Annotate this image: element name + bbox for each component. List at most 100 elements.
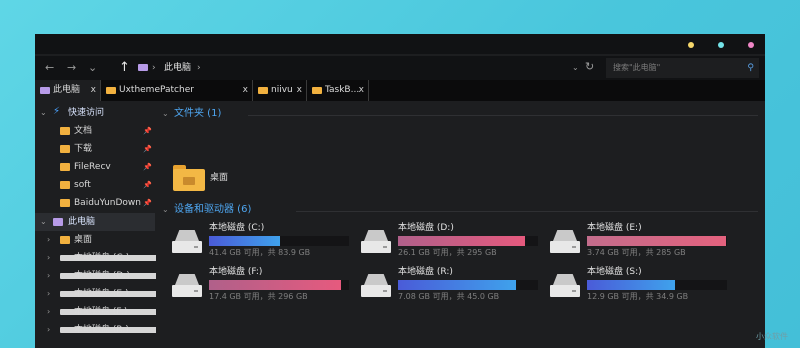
tab-close-icon[interactable]: x — [297, 83, 302, 97]
pin-icon: 📌 — [143, 163, 152, 171]
search-placeholder: 搜索"此电脑" — [613, 63, 661, 72]
section-divider — [248, 115, 758, 116]
drive-usage-bar — [209, 280, 349, 290]
drive-usage-fill — [587, 236, 726, 246]
tab-close-icon[interactable]: x — [91, 83, 96, 97]
hard-drive-icon — [361, 274, 391, 298]
chevron-right-icon[interactable]: › — [47, 305, 50, 319]
chevron-right-icon[interactable]: › — [47, 287, 50, 301]
sidebar-item-drive-f[interactable]: › 本地磁盘 (F:) — [35, 303, 240, 321]
tab-uxthemepatcher[interactable]: UxthemePatcher x — [101, 80, 253, 101]
search-icon[interactable]: ⚲ — [747, 61, 754, 75]
pin-icon: 📌 — [143, 145, 152, 153]
tab-bar: 此电脑 x UxthemePatcher x niivu x TaskB... … — [35, 80, 765, 101]
drive-free-space: 3.74 GB 可用，共 285 GB — [587, 248, 686, 257]
pc-icon — [138, 64, 148, 71]
sidebar-item-label: 本地磁盘 (F:) — [74, 307, 128, 317]
refresh-button[interactable]: ↻ — [585, 59, 594, 75]
tab-close-icon[interactable]: x — [243, 83, 248, 97]
sidebar-item-label: 本地磁盘 (D:) — [74, 271, 130, 281]
close-button[interactable] — [748, 42, 754, 48]
drive-tile-d[interactable]: 本地磁盘 (D:) 26.1 GB 可用，共 295 GB — [361, 222, 541, 258]
sidebar-item-label: 本地磁盘 (R:) — [74, 325, 129, 335]
drive-usage-fill — [587, 280, 676, 290]
sidebar-item-baiduyundown[interactable]: BaiduYunDown 📌 — [35, 194, 155, 212]
sidebar-item-label: 本地磁盘 (C:) — [74, 253, 130, 263]
drive-tile-s[interactable]: 本地磁盘 (S:) 12.9 GB 可用，共 34.9 GB — [550, 266, 730, 302]
chevron-down-icon[interactable]: ⌄ — [40, 106, 47, 120]
quick-access-icon: ⚡ — [53, 106, 61, 117]
sidebar-item-desktop[interactable]: › 桌面 — [35, 231, 155, 249]
drive-tile-f[interactable]: 本地磁盘 (F:) 17.4 GB 可用，共 296 GB — [172, 266, 352, 302]
folder-icon — [60, 236, 70, 244]
folder-icon — [60, 163, 70, 171]
drive-free-space: 7.08 GB 可用，共 45.0 GB — [398, 292, 500, 301]
drive-usage-bar — [398, 236, 538, 246]
folder-icon — [258, 87, 268, 94]
address-separator: › — [152, 63, 156, 73]
sidebar-item-label: 桌面 — [74, 235, 93, 245]
maximize-button[interactable] — [718, 42, 724, 48]
sidebar-item-label: 此电脑 — [68, 217, 96, 227]
address-dropdown-button[interactable]: ⌄ — [572, 60, 579, 76]
search-input[interactable]: 搜索"此电脑" ⚲ — [606, 58, 759, 78]
forward-button[interactable]: → — [67, 60, 76, 76]
folder-icon — [60, 181, 70, 189]
drive-usage-fill — [209, 236, 281, 246]
hard-drive-icon — [172, 274, 202, 298]
sidebar-item-label: 文档 — [74, 126, 93, 136]
section-header-devices[interactable]: 设备和驱动器 (6) — [174, 203, 251, 217]
pc-icon — [40, 87, 50, 94]
folder-icon[interactable] — [173, 165, 205, 191]
up-button[interactable]: ↑ — [119, 60, 130, 76]
back-button[interactable]: ← — [45, 60, 54, 76]
drive-free-space: 26.1 GB 可用，共 295 GB — [398, 248, 497, 257]
chevron-right-icon[interactable]: › — [47, 269, 50, 283]
chevron-down-icon[interactable]: ⌄ — [162, 203, 169, 217]
address-breadcrumb-this-pc[interactable]: 此电脑 — [164, 60, 191, 76]
chevron-right-icon[interactable]: › — [47, 251, 50, 265]
sidebar-item-drive-r[interactable]: › 本地磁盘 (R:) — [35, 321, 240, 339]
sidebar-item-label: BaiduYunDown — [74, 198, 141, 208]
sidebar-item-downloads[interactable]: 下载 📌 — [35, 140, 155, 158]
sidebar-item-drive-c[interactable]: › 本地磁盘 (C:) — [35, 249, 240, 267]
hard-drive-icon — [172, 230, 202, 254]
drive-tile-c[interactable]: 本地磁盘 (C:) 41.4 GB 可用，共 83.9 GB — [172, 222, 352, 258]
sidebar-item-filerecv[interactable]: FileRecv 📌 — [35, 158, 155, 176]
tab-this-pc[interactable]: 此电脑 x — [35, 80, 101, 101]
drive-name: 本地磁盘 (D:) — [398, 223, 454, 233]
folder-icon — [312, 87, 322, 94]
pin-icon: 📌 — [143, 127, 152, 135]
chevron-right-icon[interactable]: › — [47, 323, 50, 337]
drive-usage-bar — [587, 236, 727, 246]
drive-usage-bar — [209, 236, 349, 246]
chevron-down-icon[interactable]: ⌄ — [40, 215, 47, 229]
tab-close-icon[interactable]: x — [359, 83, 364, 97]
drive-tile-r[interactable]: 本地磁盘 (R:) 7.08 GB 可用，共 45.0 GB — [361, 266, 541, 302]
pin-icon: 📌 — [143, 199, 152, 207]
drive-tile-e[interactable]: 本地磁盘 (E:) 3.74 GB 可用，共 285 GB — [550, 222, 730, 258]
chevron-down-icon[interactable]: ⌄ — [162, 107, 169, 121]
sidebar-item-drive-d[interactable]: › 本地磁盘 (D:) — [35, 267, 240, 285]
drive-free-space: 12.9 GB 可用，共 34.9 GB — [587, 292, 689, 301]
chevron-right-icon[interactable]: › — [47, 233, 50, 247]
drive-usage-fill — [398, 280, 516, 290]
drive-name: 本地磁盘 (F:) — [209, 267, 263, 277]
sidebar-item-this-pc[interactable]: ⌄ 此电脑 — [35, 213, 155, 231]
tab-niivu[interactable]: niivu x — [253, 80, 307, 101]
address-trailing-chevron[interactable]: › — [197, 60, 201, 76]
sidebar-item-quick-access[interactable]: ⌄ ⚡ 快速访问 — [35, 104, 155, 122]
recent-locations-button[interactable]: ⌄ — [88, 60, 97, 76]
sidebar-item-label: 本地磁盘 (E:) — [74, 289, 129, 299]
folder-icon — [60, 145, 70, 153]
section-header-folders[interactable]: 文件夹 (1) — [174, 107, 221, 121]
tab-taskb[interactable]: TaskB... x — [307, 80, 369, 101]
minimize-button[interactable] — [688, 42, 694, 48]
folder-item-desktop[interactable]: 桌面 — [210, 171, 228, 185]
sidebar-item-soft[interactable]: soft 📌 — [35, 176, 155, 194]
sidebar-item-label: FileRecv — [74, 162, 111, 172]
sidebar-item-drive-e[interactable]: › 本地磁盘 (E:) — [35, 285, 240, 303]
pin-icon: 📌 — [143, 181, 152, 189]
sidebar-item-documents[interactable]: 文档 📌 — [35, 122, 155, 140]
tab-label: TaskB... — [325, 85, 360, 95]
